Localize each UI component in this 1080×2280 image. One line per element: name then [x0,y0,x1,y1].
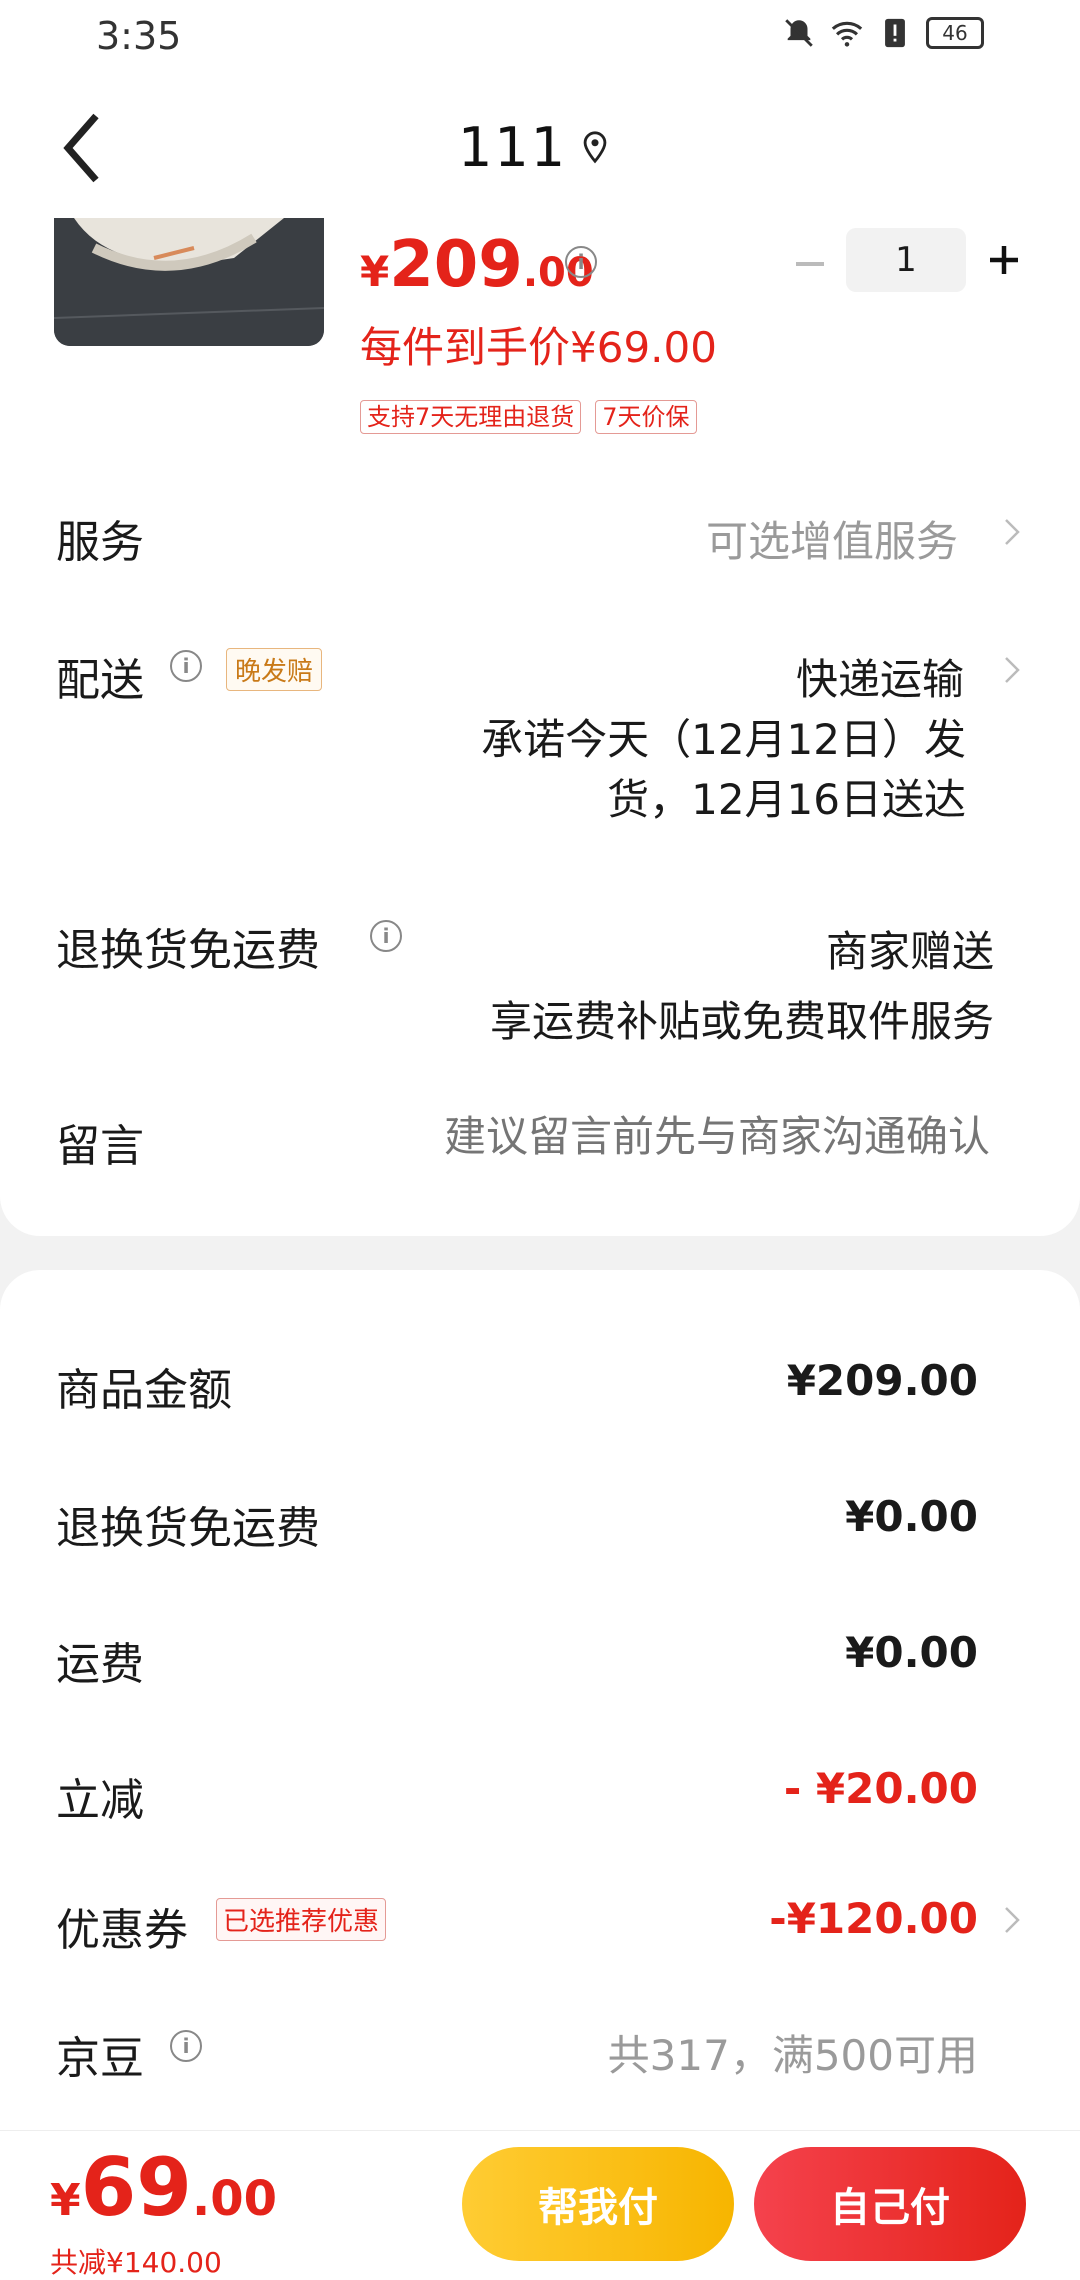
total-saved: 共减¥140.00 [50,2246,222,2279]
chevron-right-icon[interactable] [1000,650,1024,690]
total-price: ¥69.00 [50,2141,277,2234]
bell-muted-icon [785,19,813,47]
delivery-info-icon[interactable]: i [170,650,202,682]
price-summary-card: 商品金额 ¥209.00 退换货免运费 ¥0.00 运费 ¥0.00 立减 - … [0,1270,1080,2130]
freight-value: ¥0.00 [845,1628,978,1677]
order-detail-card: ¥209.00 i 1 每件到手价¥69.00 支持7天无理由退货 7天价保 服… [0,218,1080,1236]
message-input[interactable] [360,1104,990,1168]
late-compensation-badge: 晚发赔 [226,648,323,691]
freight-label: 运费 [56,1639,144,1690]
product-image[interactable] [54,218,324,346]
coupon-badge: 已选推荐优惠 [216,1898,387,1941]
coupon-value[interactable]: -¥120.00 [769,1894,978,1943]
return-shipping-sub: 享运费补贴或免费取件服务 [489,997,994,1046]
message-label: 留言 [56,1121,144,1172]
page-title: 111 [458,116,568,179]
jd-beans-value: 共317，满500可用 [607,2031,978,2080]
service-label: 服务 [56,517,144,568]
return-info-icon[interactable]: i [370,920,402,952]
goods-amount-value: ¥209.00 [786,1356,978,1405]
discount-label: 立减 [56,1775,144,1826]
help-me-pay-button[interactable]: 帮我付 [462,2147,734,2261]
return-fee-label: 退换货免运费 [56,1503,320,1554]
jd-beans-info-icon[interactable]: i [170,2030,202,2062]
minus-icon[interactable] [790,244,830,284]
chevron-right-icon[interactable] [1000,512,1024,552]
location-pin-icon[interactable] [578,130,612,164]
product-tags: 支持7天无理由退货 7天价保 [360,400,697,434]
delivery-label: 配送 [56,655,144,706]
return-shipping-label: 退换货免运费 [56,925,320,976]
wifi-icon [831,21,863,47]
back-arrow-icon[interactable] [52,108,112,188]
status-icons: 46 [782,16,984,50]
quantity-input[interactable]: 1 [846,228,966,292]
status-time: 3:35 [96,14,182,58]
tag-no-reason-return: 支持7天无理由退货 [360,400,582,434]
price-info-icon[interactable]: i [565,246,597,278]
checkout-footer: ¥69.00 共减¥140.00 帮我付 自己付 [0,2130,1080,2280]
delivery-method[interactable]: 快递运输 [796,646,964,707]
return-shipping-value: 商家赠送 [825,927,994,976]
unit-price: 每件到手价¥69.00 [360,323,717,372]
header: 111 [0,78,1080,218]
battery-icon: 46 [926,17,984,49]
coupon-label: 优惠券 [56,1905,188,1956]
shoe-image [54,218,324,346]
status-bar: 3:35 46 [0,0,1080,78]
product-price: ¥209.00 [360,228,594,302]
sim-alert-icon [885,18,905,48]
tag-price-protect: 7天价保 [595,400,697,434]
service-value[interactable]: 可选增值服务 [706,508,958,569]
self-pay-button[interactable]: 自己付 [754,2147,1026,2261]
discount-value: - ¥20.00 [783,1764,978,1813]
goods-amount-label: 商品金额 [56,1365,232,1416]
jd-beans-label: 京豆 [56,2033,144,2084]
delivery-promise: 承诺今天（12月12日）发货，12月16日送达 [481,715,966,824]
chevron-right-icon[interactable] [1000,1900,1024,1940]
plus-icon[interactable] [984,240,1024,280]
return-fee-value: ¥0.00 [845,1492,978,1541]
